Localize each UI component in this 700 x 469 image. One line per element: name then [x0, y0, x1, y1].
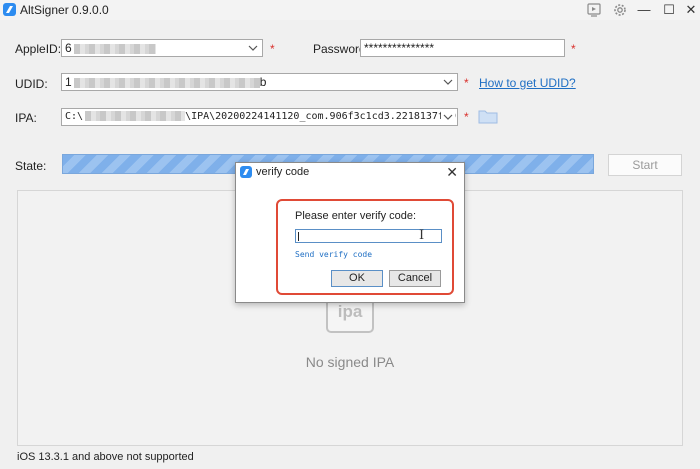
appleid-label: AppleID: [15, 42, 62, 56]
state-label: State: [15, 159, 47, 173]
chevron-down-icon[interactable] [246, 40, 260, 56]
appleid-combo[interactable]: 6 [61, 39, 263, 57]
screen-icon[interactable] [586, 2, 602, 18]
required-mark: * [571, 42, 576, 56]
verify-code-dialog: verify code ✕ Please enter verify code: … [235, 162, 465, 303]
no-signed-ipa-text: No signed IPA [305, 354, 395, 370]
password-field[interactable]: *************** [360, 39, 565, 57]
window-title: AltSigner 0.9.0.0 [20, 3, 109, 17]
required-mark: * [270, 42, 275, 56]
gear-icon[interactable] [612, 2, 628, 18]
ipa-path-start: C:\ [65, 111, 84, 122]
udid-combo[interactable]: 1b [61, 73, 458, 91]
altsigner-logo-icon [240, 166, 252, 178]
footer-note: iOS 13.3.1 and above not supported [17, 451, 194, 463]
required-mark: * [464, 76, 469, 90]
udid-value-end: b [259, 75, 267, 89]
send-verify-code-link[interactable]: Send verify code [295, 250, 372, 259]
ipa-path-end: \IPA\20200224141120_com.906f3c1cd3.22181… [185, 111, 457, 122]
chevron-down-icon[interactable] [441, 109, 455, 125]
appleid-value: 6 [65, 41, 72, 55]
redacted-text [73, 43, 156, 54]
verify-code-prompt: Please enter verify code: [295, 210, 417, 222]
required-mark: * [464, 110, 469, 124]
redacted-text [85, 111, 186, 121]
cancel-button[interactable]: Cancel [389, 270, 441, 287]
chevron-down-icon[interactable] [441, 74, 455, 90]
minimize-button[interactable]: — [632, 0, 656, 20]
title-bar: AltSigner 0.9.0.0 — ☐ ✕ [0, 0, 700, 20]
maximize-button[interactable]: ☐ [657, 0, 681, 20]
ipa-path-combo[interactable]: C:\ \IPA\20200224141120_com.906f3c1cd3.22… [61, 108, 458, 126]
text-caret [298, 232, 299, 241]
udid-label: UDID: [15, 77, 48, 91]
start-button[interactable]: Start [608, 154, 682, 176]
ipa-label: IPA: [15, 111, 37, 125]
text-cursor-icon: I [419, 228, 425, 243]
dialog-title: verify code [256, 166, 310, 178]
udid-value-start: 1 [65, 75, 72, 89]
how-to-get-udid-link[interactable]: How to get UDID? [479, 76, 576, 90]
altsigner-logo-icon [3, 3, 16, 16]
dialog-close-button[interactable]: ✕ [446, 163, 458, 181]
ipa-icon-label: ipa [337, 302, 363, 321]
redacted-text [73, 77, 260, 88]
dialog-title-bar: verify code ✕ [236, 163, 464, 183]
folder-icon[interactable] [478, 108, 498, 124]
ok-button[interactable]: OK [331, 270, 383, 287]
close-button[interactable]: ✕ [679, 0, 700, 20]
